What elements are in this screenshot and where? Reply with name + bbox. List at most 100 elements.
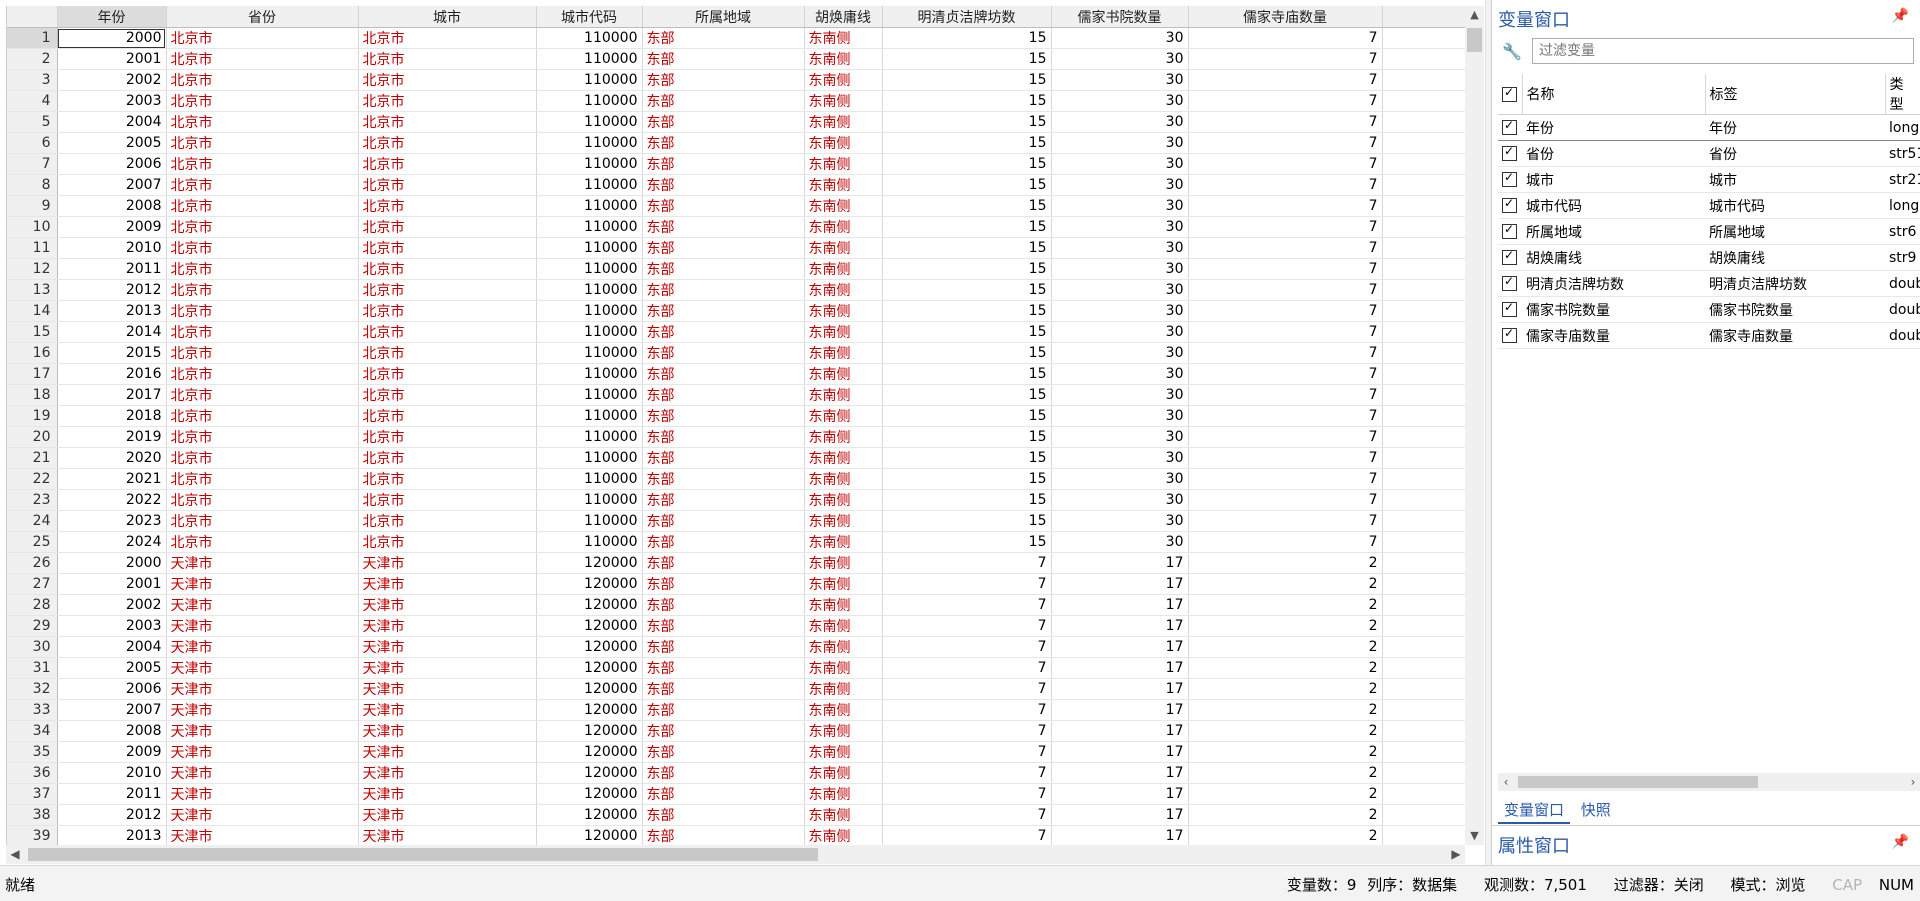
- cell-arches[interactable]: 7: [882, 678, 1052, 700]
- cell-region[interactable]: 东部: [642, 762, 805, 784]
- scroll-left-arrow-icon[interactable]: ◀: [6, 845, 24, 864]
- table-row[interactable]: 29 2003 天津市 天津市 120000 东部 东南侧 7 17 2: [7, 615, 1466, 637]
- cell-year[interactable]: 2019: [57, 426, 167, 448]
- cell-province[interactable]: 北京市: [166, 489, 359, 511]
- cell-year[interactable]: 2006: [57, 678, 167, 700]
- table-row[interactable]: 7 2006 北京市 北京市 110000 东部 东南侧 15 30 7: [7, 153, 1466, 175]
- variable-checkbox[interactable]: [1498, 192, 1522, 219]
- cell-hu_line[interactable]: 东南侧: [804, 69, 883, 91]
- select-all-checkbox[interactable]: [1498, 74, 1523, 115]
- cell-academies[interactable]: 30: [1051, 69, 1189, 91]
- cell-region[interactable]: 东部: [642, 783, 805, 805]
- cell-province[interactable]: 北京市: [166, 195, 359, 217]
- row-number[interactable]: 10: [7, 216, 58, 238]
- cell-hu_line[interactable]: 东南侧: [804, 342, 883, 364]
- cell-city[interactable]: 北京市: [358, 405, 537, 427]
- cell-hu_line[interactable]: 东南侧: [804, 363, 883, 385]
- cell-hu_line[interactable]: 东南侧: [804, 552, 883, 574]
- cell-arches[interactable]: 15: [882, 447, 1052, 469]
- cell-region[interactable]: 东部: [642, 426, 805, 448]
- cell-region[interactable]: 东部: [642, 195, 805, 217]
- cell-province[interactable]: 北京市: [166, 237, 359, 259]
- row-number[interactable]: 34: [7, 720, 58, 742]
- cell-province[interactable]: 天津市: [166, 825, 359, 845]
- row-number[interactable]: 2: [7, 48, 58, 70]
- cell-province[interactable]: 天津市: [166, 762, 359, 784]
- cell-temples[interactable]: 2: [1188, 804, 1383, 826]
- table-row[interactable]: 34 2008 天津市 天津市 120000 东部 东南侧 7 17 2: [7, 720, 1466, 742]
- variable-checkbox[interactable]: [1498, 244, 1522, 271]
- cell-hu_line[interactable]: 东南侧: [804, 90, 883, 112]
- cell-province[interactable]: 天津市: [166, 804, 359, 826]
- cell-temples[interactable]: 7: [1188, 279, 1383, 301]
- row-number[interactable]: 21: [7, 447, 58, 469]
- cell-arches[interactable]: 7: [882, 552, 1052, 574]
- row-number[interactable]: 27: [7, 573, 58, 595]
- row-number[interactable]: 14: [7, 300, 58, 322]
- cell-arches[interactable]: 7: [882, 741, 1052, 763]
- cell-province[interactable]: 北京市: [166, 321, 359, 343]
- cell-city[interactable]: 北京市: [358, 468, 537, 490]
- cell-province[interactable]: 北京市: [166, 27, 359, 49]
- cell-academies[interactable]: 17: [1051, 594, 1189, 616]
- cell-temples[interactable]: 7: [1188, 531, 1383, 553]
- scroll-up-arrow-icon[interactable]: ▲: [1465, 6, 1484, 24]
- table-row[interactable]: 24 2023 北京市 北京市 110000 东部 东南侧 15 30 7: [7, 510, 1466, 532]
- cell-academies[interactable]: 30: [1051, 510, 1189, 532]
- cell-city[interactable]: 北京市: [358, 342, 537, 364]
- cell-arches[interactable]: 15: [882, 531, 1052, 553]
- filter-variables-input[interactable]: [1532, 38, 1914, 64]
- cell-temples[interactable]: 7: [1188, 384, 1383, 406]
- cell-city[interactable]: 天津市: [358, 678, 537, 700]
- cell-city[interactable]: 北京市: [358, 27, 537, 49]
- cell-region[interactable]: 东部: [642, 510, 805, 532]
- cell-city[interactable]: 北京市: [358, 237, 537, 259]
- cell-region[interactable]: 东部: [642, 48, 805, 70]
- cell-year[interactable]: 2022: [57, 489, 167, 511]
- cell-city[interactable]: 北京市: [358, 426, 537, 448]
- cell-region[interactable]: 东部: [642, 27, 805, 49]
- table-row[interactable]: 36 2010 天津市 天津市 120000 东部 东南侧 7 17 2: [7, 762, 1466, 784]
- cell-year[interactable]: 2006: [57, 153, 167, 175]
- cell-city_code[interactable]: 110000: [536, 237, 643, 259]
- horizontal-scrollbar[interactable]: ◀ ▶: [6, 845, 1465, 864]
- cell-region[interactable]: 东部: [642, 552, 805, 574]
- cell-city[interactable]: 北京市: [358, 279, 537, 301]
- variables-header-label[interactable]: 标签: [1705, 74, 1886, 115]
- variable-row[interactable]: 儒家寺庙数量儒家寺庙数量doub: [1498, 322, 1920, 349]
- cell-region[interactable]: 东部: [642, 804, 805, 826]
- cell-academies[interactable]: 30: [1051, 258, 1189, 280]
- cell-year[interactable]: 2001: [57, 573, 167, 595]
- row-number[interactable]: 11: [7, 237, 58, 259]
- cell-city[interactable]: 北京市: [358, 90, 537, 112]
- cell-temples[interactable]: 7: [1188, 48, 1383, 70]
- cell-city[interactable]: 北京市: [358, 363, 537, 385]
- cell-arches[interactable]: 15: [882, 90, 1052, 112]
- cell-hu_line[interactable]: 东南侧: [804, 258, 883, 280]
- scroll-right-arrow-icon[interactable]: ▶: [1447, 845, 1465, 864]
- cell-city[interactable]: 北京市: [358, 384, 537, 406]
- cell-arches[interactable]: 7: [882, 615, 1052, 637]
- table-row[interactable]: 2 2001 北京市 北京市 110000 东部 东南侧 15 30 7: [7, 48, 1466, 70]
- cell-temples[interactable]: 7: [1188, 174, 1383, 196]
- cell-city_code[interactable]: 110000: [536, 426, 643, 448]
- cell-arches[interactable]: 15: [882, 111, 1052, 133]
- vertical-scrollbar[interactable]: ▲ ▼: [1465, 6, 1484, 845]
- cell-academies[interactable]: 30: [1051, 531, 1189, 553]
- cell-city[interactable]: 北京市: [358, 531, 537, 553]
- cell-city_code[interactable]: 120000: [536, 783, 643, 805]
- cell-year[interactable]: 2002: [57, 69, 167, 91]
- table-row[interactable]: 19 2018 北京市 北京市 110000 东部 东南侧 15 30 7: [7, 405, 1466, 427]
- table-row[interactable]: 26 2000 天津市 天津市 120000 东部 东南侧 7 17 2: [7, 552, 1466, 574]
- column-header-temples[interactable]: 儒家寺庙数量: [1188, 6, 1383, 28]
- cell-region[interactable]: 东部: [642, 384, 805, 406]
- cell-city_code[interactable]: 110000: [536, 384, 643, 406]
- cell-hu_line[interactable]: 东南侧: [804, 468, 883, 490]
- cell-year[interactable]: 2008: [57, 720, 167, 742]
- cell-hu_line[interactable]: 东南侧: [804, 321, 883, 343]
- cell-academies[interactable]: 30: [1051, 405, 1189, 427]
- cell-province[interactable]: 北京市: [166, 153, 359, 175]
- row-number[interactable]: 15: [7, 321, 58, 343]
- cell-province[interactable]: 北京市: [166, 69, 359, 91]
- cell-arches[interactable]: 15: [882, 216, 1052, 238]
